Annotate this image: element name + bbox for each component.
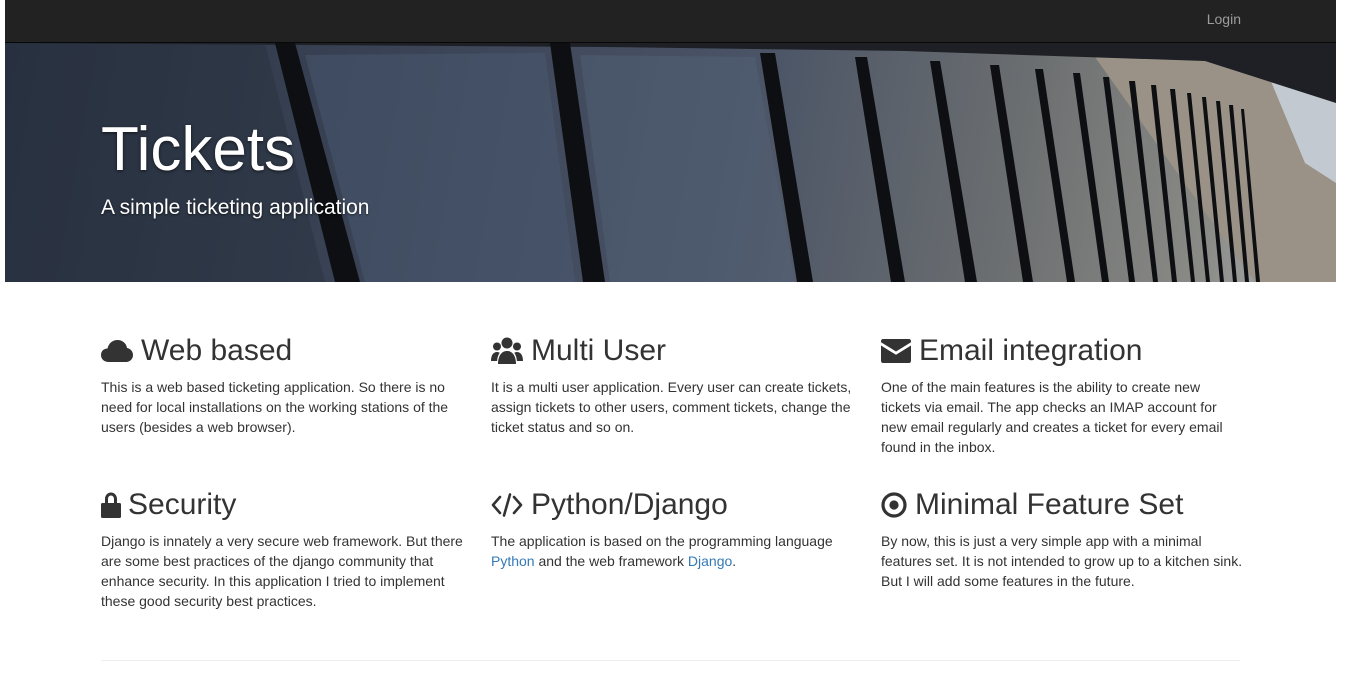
description-text: .	[732, 553, 737, 569]
feature-description: Django is innately a very secure web fra…	[101, 533, 463, 609]
feature-heading: Email integration	[881, 334, 1251, 368]
description-text: and the web framework	[538, 553, 685, 569]
django-link[interactable]: Django	[688, 553, 732, 569]
python-link[interactable]: Python	[491, 553, 535, 569]
feature-email-integration: Email integration One of the main featur…	[881, 334, 1251, 457]
feature-description: The application is based on the programm…	[491, 531, 853, 571]
envelope-icon	[881, 339, 911, 363]
feature-title: Python/Django	[531, 488, 728, 521]
feature-heading: Minimal Feature Set	[881, 488, 1251, 522]
feature-description: By now, this is just a very simple app w…	[881, 533, 1243, 589]
content-divider	[101, 660, 1240, 661]
feature-description: One of the main features is the ability …	[881, 379, 1223, 455]
feature-heading: Web based	[101, 334, 471, 368]
feature-security: Security Django is innately a very secur…	[101, 488, 471, 611]
feature-title: Email integration	[919, 334, 1143, 367]
feature-web-based: Web based This is a web based ticketing …	[101, 334, 471, 437]
feature-title: Multi User	[531, 334, 667, 367]
cloud-icon	[101, 340, 133, 362]
feature-heading: Python/Django	[491, 488, 861, 522]
feature-description: This is a web based ticketing applicatio…	[101, 379, 449, 435]
description-text: The application is based on the programm…	[491, 533, 833, 549]
feature-python-django: Python/Django The application is based o…	[491, 488, 861, 571]
login-link[interactable]: Login	[1207, 11, 1241, 27]
feature-heading: Security	[101, 488, 471, 522]
hero-banner: Tickets A simple ticketing application	[5, 43, 1336, 282]
feature-description: It is a multi user application. Every us…	[491, 379, 852, 435]
feature-heading: Multi User	[491, 334, 861, 368]
lock-icon	[101, 492, 121, 518]
target-icon	[881, 492, 907, 518]
code-icon	[491, 493, 523, 517]
hero-subtitle: A simple ticketing application	[101, 196, 370, 219]
feature-multi-user: Multi User It is a multi user applicatio…	[491, 334, 861, 437]
hero-title: Tickets	[101, 115, 296, 184]
feature-minimal-feature-set: Minimal Feature Set By now, this is just…	[881, 488, 1251, 591]
feature-title: Minimal Feature Set	[915, 488, 1184, 521]
users-icon	[491, 337, 523, 365]
feature-title: Security	[128, 488, 237, 521]
feature-title: Web based	[141, 334, 293, 367]
page: Login Tickets A simple ticketing applica…	[5, 0, 1336, 690]
top-navbar: Login	[5, 0, 1336, 43]
